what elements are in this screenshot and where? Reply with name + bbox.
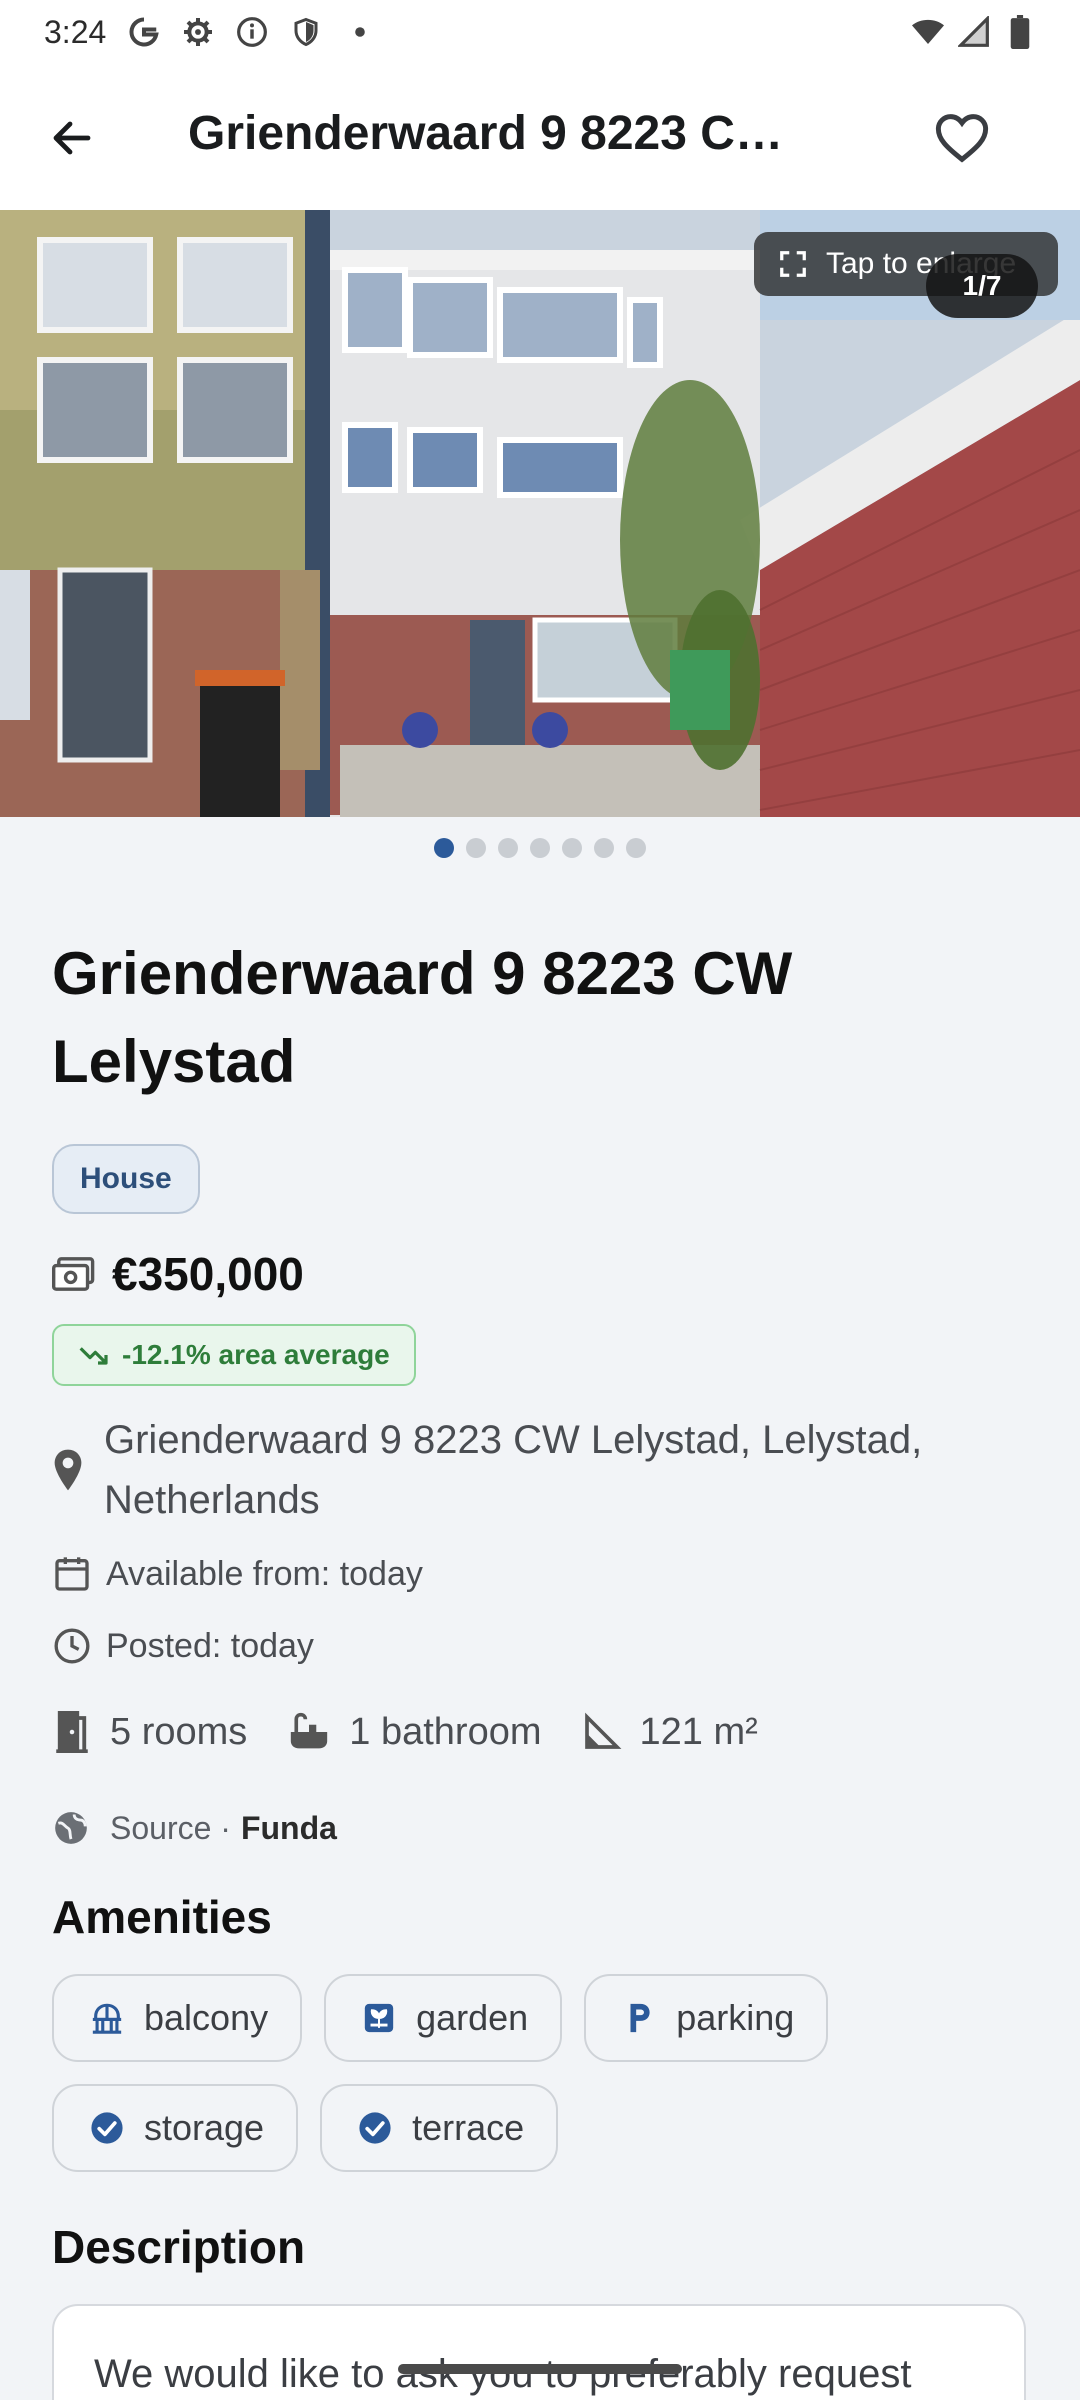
gallery-dot[interactable] <box>562 838 582 858</box>
dot-icon <box>344 16 376 48</box>
location-pin-icon <box>54 1449 82 1491</box>
bathroom-feature: 1 bathroom <box>287 1710 542 1754</box>
area-average-chip: -12.1% area average <box>52 1324 416 1386</box>
listing-address: Grienderwaard 9 8223 CW Lelystad, Lelyst… <box>104 1418 923 1522</box>
status-time: 3:24 <box>44 13 107 50</box>
address-row: Grienderwaard 9 8223 CW Lelystad, Lelyst… <box>52 1410 1032 1530</box>
amenity-label: storage <box>144 2107 265 2148</box>
area-size: 121 m² <box>639 1710 758 1753</box>
available-from: Available from: today <box>106 1554 423 1593</box>
globe-icon <box>55 1812 87 1844</box>
source-label: Source · <box>110 1809 231 1846</box>
amenity-label: balcony <box>144 1997 269 2038</box>
trending-down-icon <box>79 1347 108 1365</box>
features-row: 5 rooms 1 bathroom 121 m² <box>52 1692 1032 1772</box>
gallery-dot[interactable] <box>498 838 518 858</box>
description-text: We would like to ask you to preferably r… <box>94 2352 912 2396</box>
amenities-title: Amenities <box>52 1891 272 1943</box>
clock-icon <box>54 1628 90 1664</box>
listing-title: Grienderwaard 9 8223 CW Lelystad <box>52 940 793 1095</box>
amenities-list: balcony garden parking storage terrace <box>52 1974 952 2172</box>
settings-icon <box>182 16 214 48</box>
source-row[interactable]: Source · Funda <box>52 1800 1032 1856</box>
amenity-chip-terrace[interactable]: terrace <box>320 2084 559 2172</box>
area-average-label: -12.1% area average <box>122 1339 390 1370</box>
description-title: Description <box>52 2221 306 2273</box>
parking-icon <box>622 2001 656 2035</box>
info-icon <box>236 16 268 48</box>
posted-row: Posted: today <box>52 1618 1032 1674</box>
bathroom-count: 1 bathroom <box>349 1710 542 1753</box>
wifi-icon <box>912 16 944 48</box>
fullscreen-icon <box>780 251 806 277</box>
shield-icon <box>290 16 322 48</box>
amenity-label: parking <box>676 1997 795 2038</box>
amenity-label: terrace <box>412 2107 525 2148</box>
battery-icon <box>1004 15 1036 49</box>
price-row: €350,000 <box>52 1244 1032 1304</box>
bathtub-icon <box>291 1712 328 1749</box>
status-bar: 3:24 <box>0 0 1080 64</box>
posted-date: Posted: today <box>106 1626 314 1665</box>
available-row: Available from: today <box>52 1546 1032 1602</box>
app-bar: Grienderwaard 9 8223 C… <box>0 64 1080 210</box>
gallery-dot[interactable] <box>594 838 614 858</box>
rooms-feature: 5 rooms <box>52 1711 247 1754</box>
source-name[interactable]: Funda <box>241 1810 337 1847</box>
listing-price: €350,000 <box>112 1248 304 1300</box>
gallery-dot[interactable] <box>530 838 550 858</box>
signal-icon <box>958 16 990 48</box>
check-circle-icon <box>358 2111 392 2145</box>
favorite-button[interactable] <box>924 100 1000 176</box>
gallery-dots <box>434 838 646 858</box>
gallery-dot[interactable] <box>626 838 646 858</box>
arrow-back-icon <box>53 121 91 155</box>
gallery-dot[interactable] <box>466 838 486 858</box>
balcony-icon <box>90 2001 124 2035</box>
amenity-chip-balcony[interactable]: balcony <box>52 1974 303 2062</box>
square-foot-icon <box>584 1712 621 1749</box>
listing-photo[interactable]: Tap to enlarge 1/7 <box>0 210 1080 817</box>
calendar-icon <box>55 1557 89 1591</box>
gallery-dot[interactable] <box>434 838 454 858</box>
amenity-chip-storage[interactable]: storage <box>52 2084 299 2172</box>
heart-outline-icon <box>935 114 989 163</box>
garden-icon <box>362 2001 396 2035</box>
back-button[interactable] <box>36 102 108 174</box>
house-photo <box>0 210 1080 817</box>
check-circle-icon <box>90 2111 124 2145</box>
money-icon <box>52 1257 95 1291</box>
gesture-home-bar[interactable] <box>398 2364 682 2374</box>
photo-counter: 1/7 <box>926 254 1038 318</box>
property-type-chip: House <box>52 1144 200 1214</box>
door-icon <box>56 1711 88 1753</box>
amenity-label: garden <box>416 1997 529 2038</box>
app-bar-title: Grienderwaard 9 8223 C… <box>188 107 783 160</box>
rooms-count: 5 rooms <box>110 1710 248 1753</box>
amenity-chip-garden[interactable]: garden <box>324 1974 563 2062</box>
description-card: We would like to ask you to preferably r… <box>52 2304 1026 2400</box>
amenity-chip-parking[interactable]: parking <box>584 1974 829 2062</box>
google-icon <box>128 16 160 48</box>
listing-details: Grienderwaard 9 8223 CW Lelystad House €… <box>52 930 1032 2400</box>
area-feature: 121 m² <box>582 1711 758 1754</box>
